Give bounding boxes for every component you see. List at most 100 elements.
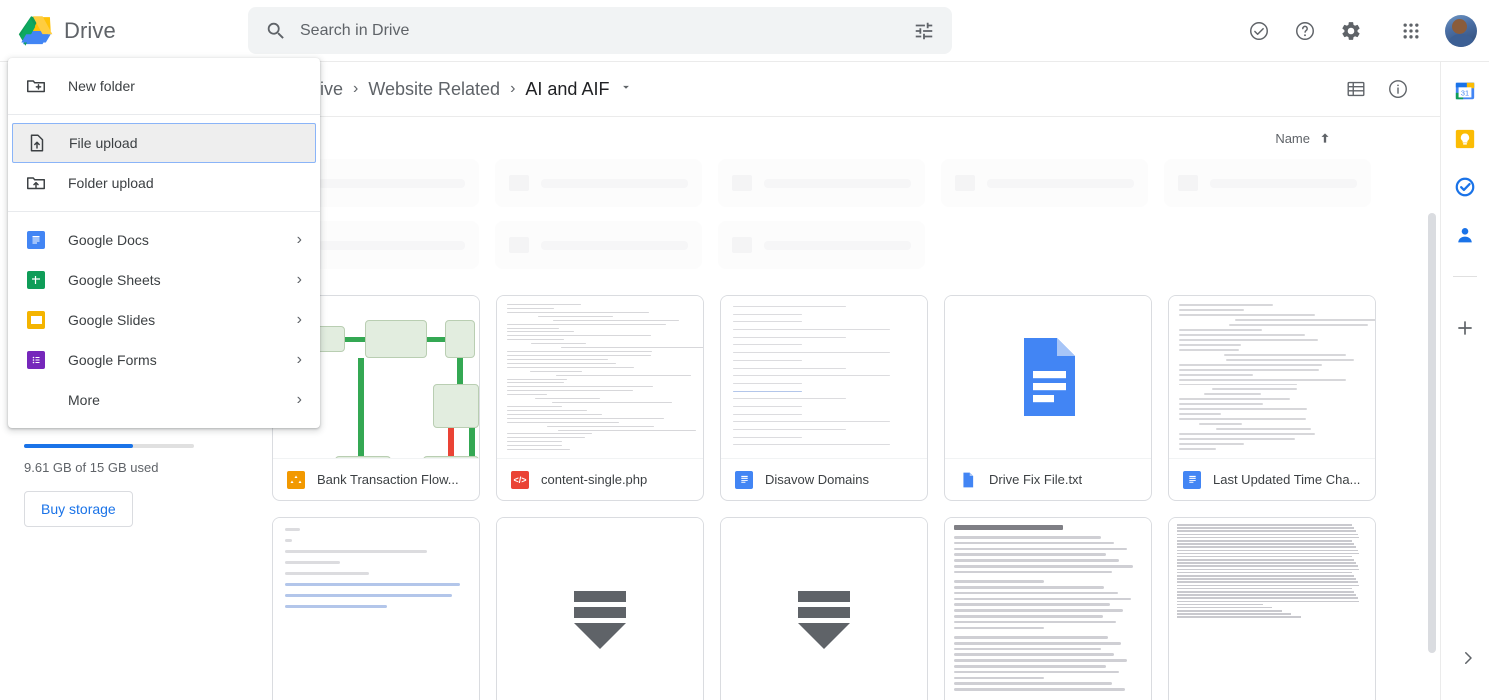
doc-line <box>954 580 1045 583</box>
file-card-footer: </> content-single.php <box>497 458 703 500</box>
code-line <box>534 398 601 400</box>
menu-item-label: Google Docs <box>68 232 149 248</box>
file-thumbnail-domain-list <box>721 296 927 458</box>
file-card[interactable]: </> content-single.php <box>496 295 704 501</box>
code-line <box>507 390 634 392</box>
doc-line <box>954 536 1101 539</box>
menu-item-google-docs[interactable]: Google Docs › <box>8 220 320 260</box>
list-view-icon[interactable] <box>1336 69 1376 109</box>
dense-line <box>1177 527 1354 529</box>
text-line <box>285 605 387 608</box>
folder-placeholder[interactable] <box>495 221 702 269</box>
scrollbar-thumb[interactable] <box>1428 213 1436 653</box>
code-line <box>507 413 603 415</box>
code-line <box>507 421 619 423</box>
account-avatar[interactable] <box>1445 14 1477 47</box>
file-card[interactable] <box>272 517 480 700</box>
new-item-menu: New folder File upload Folder upload Goo… <box>8 58 320 428</box>
download-bar <box>574 607 626 618</box>
file-thumbnail-text <box>945 296 1151 458</box>
folder-row-2 <box>248 221 1440 269</box>
menu-item-label: Folder upload <box>68 175 154 191</box>
code-line <box>1179 398 1290 401</box>
dense-line <box>1177 536 1360 539</box>
folder-placeholder[interactable] <box>1164 159 1371 207</box>
code-line <box>1179 448 1217 451</box>
file-card[interactable] <box>1168 517 1376 700</box>
dense-line <box>1177 524 1352 526</box>
dense-line <box>1177 597 1358 599</box>
google-tasks-icon[interactable] <box>1454 176 1476 198</box>
download-bar <box>798 591 850 602</box>
content-scrollbar[interactable] <box>1428 213 1436 700</box>
search-icon <box>252 11 300 51</box>
file-name: Bank Transaction Flow... <box>317 472 459 487</box>
app-title: Drive <box>64 17 116 43</box>
help-icon[interactable] <box>1283 9 1327 53</box>
brand-area[interactable]: Drive <box>0 13 248 49</box>
buy-storage-button[interactable]: Buy storage <box>24 491 133 527</box>
menu-item-more[interactable]: More › <box>8 380 320 420</box>
code-line <box>507 311 649 313</box>
file-thumbnail-download <box>497 518 703 700</box>
menu-item-file-upload[interactable]: File upload <box>12 123 316 163</box>
file-card-footer: Disavow Domains <box>721 458 927 500</box>
search-bar[interactable] <box>248 7 952 54</box>
code-line <box>1179 378 1346 381</box>
menu-item-google-slides[interactable]: Google Slides › <box>8 300 320 340</box>
doc-line <box>954 653 1114 657</box>
doc-heading <box>954 525 1064 530</box>
code-line <box>1179 313 1316 316</box>
pending-activity-icon[interactable] <box>1237 9 1281 53</box>
chevron-down-icon[interactable] <box>619 80 633 99</box>
dense-line <box>1177 590 1354 593</box>
folder-placeholder[interactable] <box>941 159 1148 207</box>
google-contacts-icon[interactable] <box>1454 224 1476 246</box>
code-line <box>507 405 562 407</box>
file-card[interactable] <box>720 517 928 700</box>
code-line <box>507 323 667 325</box>
file-card[interactable]: Disavow Domains <box>720 295 928 501</box>
menu-item-google-sheets[interactable]: Google Sheets › <box>8 260 320 300</box>
doc-line <box>954 609 1124 612</box>
add-apps-icon[interactable] <box>1454 317 1476 339</box>
google-calendar-icon[interactable]: 31 <box>1454 80 1476 102</box>
code-line <box>507 339 564 341</box>
file-card[interactable]: Last Updated Time Cha... <box>1168 295 1376 501</box>
settings-gear-icon[interactable] <box>1329 9 1373 53</box>
file-card[interactable] <box>496 517 704 700</box>
text-line <box>285 561 340 564</box>
folder-icon <box>509 175 529 191</box>
code-line <box>530 370 582 372</box>
details-info-icon[interactable] <box>1378 69 1418 109</box>
search-options-icon[interactable] <box>904 11 944 51</box>
breadcrumb-item-2[interactable]: AI and AIF <box>517 75 617 104</box>
text-file-glyph-icon <box>1024 338 1075 416</box>
menu-item-google-forms[interactable]: Google Forms › <box>8 340 320 380</box>
folder-placeholder[interactable] <box>718 221 925 269</box>
chevron-right-icon: › <box>296 391 302 408</box>
menu-item-new-folder[interactable]: New folder <box>8 66 320 106</box>
file-card[interactable]: Drive Fix File.txt <box>944 295 1152 501</box>
dense-line <box>1177 562 1356 564</box>
chevron-right-icon[interactable] <box>1459 649 1477 672</box>
code-line <box>556 374 692 376</box>
doc-line <box>954 564 1133 568</box>
sort-by-name[interactable]: Name <box>1275 131 1332 146</box>
google-keep-icon[interactable] <box>1454 128 1476 150</box>
dense-line <box>1177 530 1356 532</box>
folder-placeholder[interactable] <box>495 159 702 207</box>
folder-name <box>764 240 911 250</box>
search-input[interactable] <box>300 21 904 40</box>
download-bar <box>574 591 626 602</box>
menu-item-folder-upload[interactable]: Folder upload <box>8 163 320 203</box>
doc-line <box>954 688 1126 691</box>
file-card[interactable] <box>944 517 1152 700</box>
google-apps-grid-icon[interactable] <box>1389 9 1433 53</box>
code-line <box>1224 353 1347 356</box>
code-line <box>1179 343 1242 346</box>
file-thumbnail-code-2 <box>1169 296 1375 458</box>
folder-placeholder[interactable] <box>718 159 925 207</box>
file-card-footer: Bank Transaction Flow... <box>273 458 479 500</box>
breadcrumb-item-1[interactable]: Website Related <box>360 75 508 104</box>
